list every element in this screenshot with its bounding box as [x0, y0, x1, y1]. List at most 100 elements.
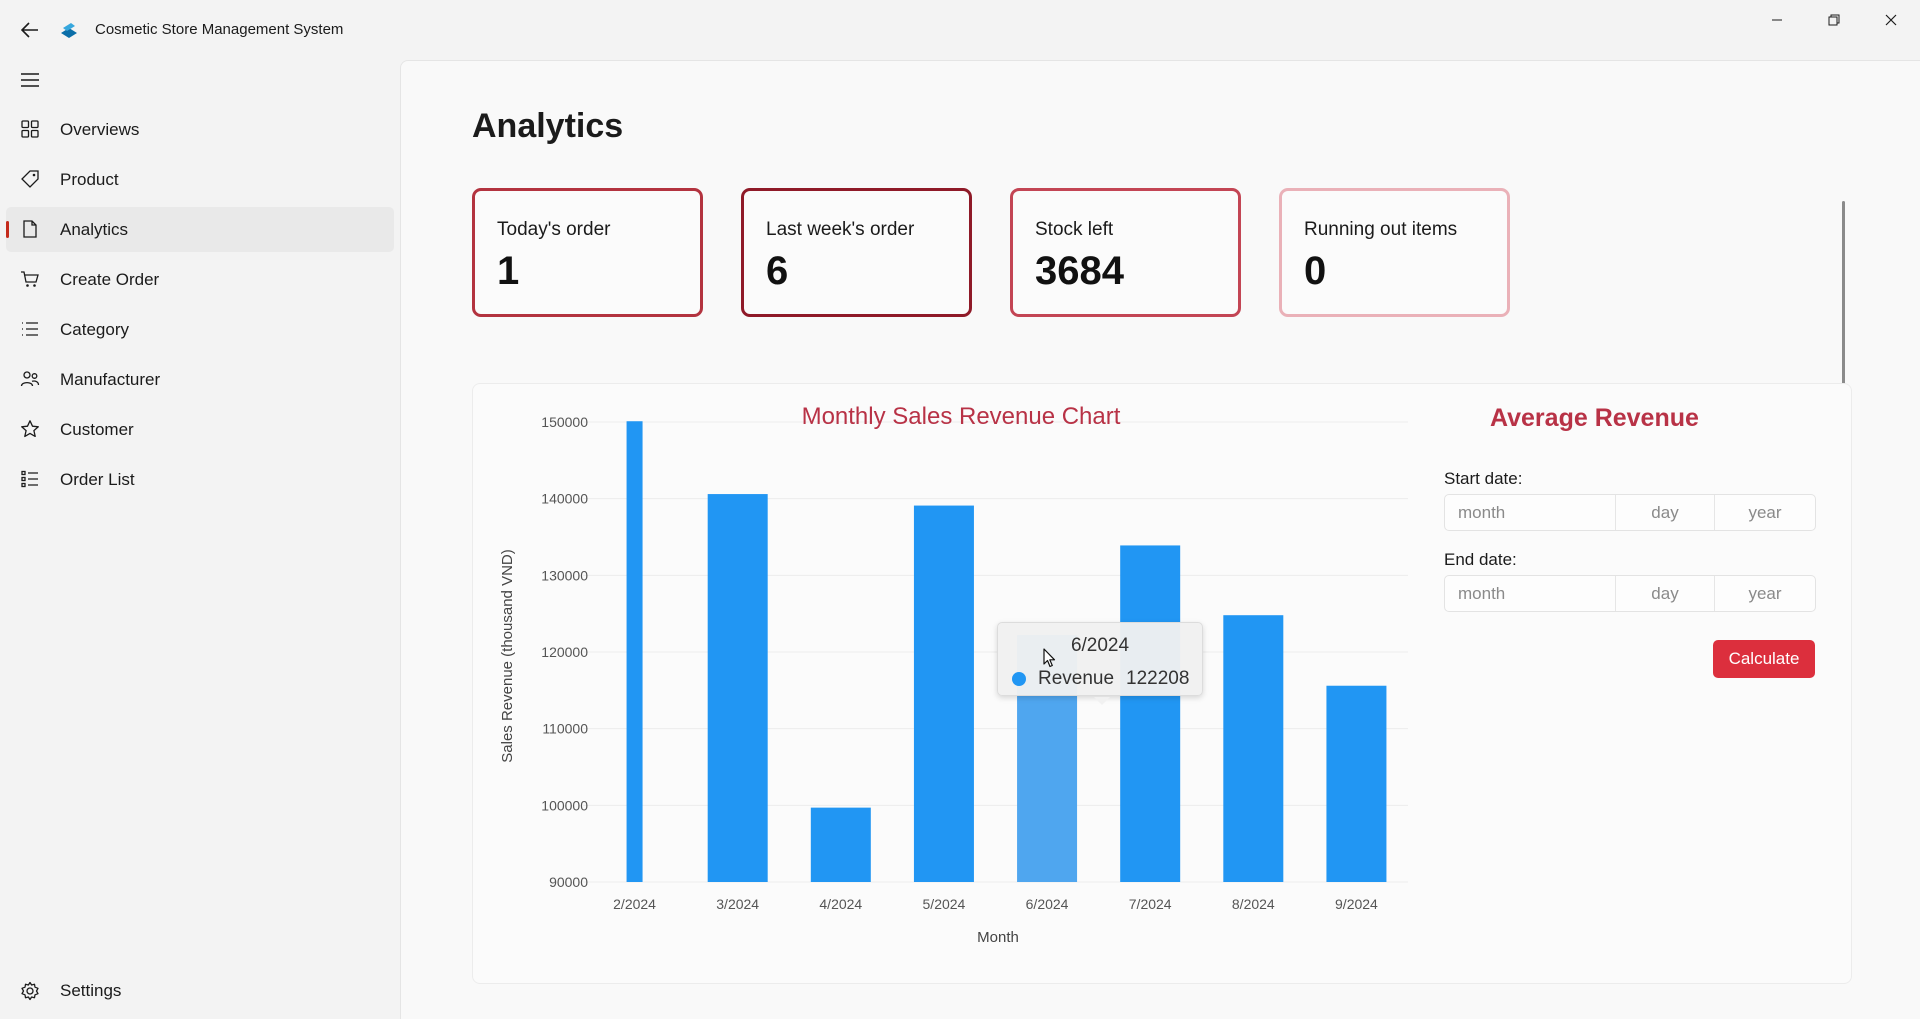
- tooltip-series-name: Revenue: [1038, 668, 1115, 689]
- stat-label: Running out items: [1304, 219, 1458, 240]
- y-tick-label: 100000: [541, 797, 588, 813]
- sidebar-item-customer[interactable]: Customer: [6, 407, 394, 452]
- list-icon: [22, 322, 38, 336]
- calculate-button[interactable]: Calculate: [1713, 640, 1815, 678]
- grid-icon: [21, 120, 39, 138]
- bullet-list-icon: [21, 470, 38, 488]
- x-tick-label: 9/2024: [1335, 896, 1378, 912]
- minimize-button[interactable]: [1749, 0, 1805, 40]
- app-logo-icon: [61, 23, 77, 38]
- restore-icon: [1828, 14, 1840, 26]
- y-tick-label: 150000: [541, 414, 588, 430]
- chart-tooltip: 6/2024 Revenue 122208: [997, 622, 1203, 705]
- sidebar-item-label: Analytics: [60, 219, 129, 239]
- content-area: Analytics Today's order 1 Last week's or…: [400, 60, 1920, 1019]
- end-year-field[interactable]: year: [1715, 576, 1815, 611]
- settings-label: Settings: [60, 981, 122, 1000]
- sidebar-item-create-order[interactable]: Create Order: [6, 257, 394, 302]
- start-year-field[interactable]: year: [1715, 495, 1815, 530]
- bar-9/2024[interactable]: [1326, 685, 1387, 882]
- stat-card-running-out-items: Running out items 0: [1279, 188, 1510, 317]
- y-axis-label: Sales Revenue (thousand VND): [499, 549, 516, 762]
- close-icon: [1885, 14, 1897, 26]
- selection-indicator: [6, 221, 9, 238]
- sidebar-item-overviews[interactable]: Overviews: [6, 107, 394, 152]
- bar-7/2024[interactable]: [1120, 545, 1181, 882]
- y-tick-label: 130000: [541, 567, 588, 583]
- y-tick-label: 120000: [541, 644, 588, 660]
- end-day-field[interactable]: day: [1616, 576, 1715, 611]
- selection-indicator: [6, 421, 9, 438]
- y-tick-label: 110000: [542, 721, 588, 737]
- stat-label: Last week's order: [766, 219, 915, 240]
- selection-indicator: [6, 121, 9, 138]
- bar-3/2024[interactable]: [707, 494, 768, 882]
- minimize-icon: [1772, 19, 1782, 21]
- stat-card-stock-left: Stock left 3684: [1010, 188, 1241, 317]
- close-button[interactable]: [1863, 0, 1919, 40]
- average-revenue-title: Average Revenue: [1490, 404, 1699, 432]
- stat-value: 1: [497, 249, 520, 293]
- start-date-label: Start date:: [1444, 469, 1523, 488]
- start-day-field[interactable]: day: [1616, 495, 1715, 530]
- x-tick-label: 4/2024: [819, 896, 862, 912]
- sidebar-item-label: Manufacturer: [60, 369, 161, 389]
- stat-card-last-week-order: Last week's order 6: [741, 188, 972, 317]
- start-date-picker[interactable]: month day year: [1444, 494, 1816, 531]
- stat-value: 6: [766, 249, 789, 293]
- sidebar-item-label: Create Order: [60, 269, 160, 289]
- selection-indicator: [6, 271, 9, 288]
- start-month-field[interactable]: month: [1445, 495, 1616, 530]
- sidebar-item-settings[interactable]: Settings: [6, 969, 394, 1014]
- bar-2/2024[interactable]: [626, 421, 643, 882]
- y-tick-label: 140000: [541, 491, 588, 507]
- x-tick-label: 3/2024: [716, 896, 759, 912]
- selection-indicator: [6, 171, 9, 188]
- back-button[interactable]: [14, 16, 46, 44]
- tag-icon: [21, 170, 39, 188]
- end-date-label: End date:: [1444, 550, 1517, 569]
- stat-label: Today's order: [497, 219, 611, 240]
- sidebar-item-product[interactable]: Product: [6, 157, 394, 202]
- end-month-field[interactable]: month: [1445, 576, 1616, 611]
- x-tick-label: 5/2024: [923, 896, 966, 912]
- x-tick-label: 7/2024: [1129, 896, 1172, 912]
- stat-label: Stock left: [1035, 219, 1114, 240]
- x-tick-label: 8/2024: [1232, 896, 1275, 912]
- chart-title: Monthly Sales Revenue Chart: [802, 403, 1121, 430]
- hamburger-menu-button[interactable]: [14, 66, 46, 94]
- title-bar: Cosmetic Store Management System: [0, 0, 1920, 60]
- bar-4/2024[interactable]: [810, 807, 871, 882]
- sidebar-item-label: Product: [60, 169, 119, 189]
- sidebar-item-analytics[interactable]: Analytics: [6, 207, 394, 252]
- selection-indicator: [6, 471, 9, 488]
- sidebar-item-manufacturer[interactable]: Manufacturer: [6, 357, 394, 402]
- sidebar-item-order-list[interactable]: Order List: [6, 457, 394, 502]
- tooltip-arrow: [1094, 697, 1110, 705]
- stat-card-todays-order: Today's order 1: [472, 188, 703, 317]
- selection-indicator: [6, 321, 9, 338]
- gear-icon: [21, 981, 39, 1001]
- sidebar-item-label: Overviews: [60, 119, 140, 139]
- y-tick-label: 90000: [549, 874, 588, 890]
- people-icon: [20, 371, 40, 387]
- stat-value: 0: [1304, 249, 1327, 293]
- series-dot-icon: [1012, 672, 1026, 686]
- back-arrow-icon: [21, 22, 38, 38]
- end-date-picker[interactable]: month day year: [1444, 575, 1816, 612]
- selection-indicator: [6, 371, 9, 388]
- cart-icon: [21, 271, 39, 287]
- x-tick-label: 2/2024: [613, 896, 656, 912]
- analytics-panel: 150000 140000 130000 120000 110000 100000 9000…: [472, 383, 1852, 984]
- maximize-button[interactable]: [1806, 0, 1862, 40]
- sidebar-item-category[interactable]: Category: [6, 307, 394, 352]
- page-title: Analytics: [472, 107, 624, 145]
- hamburger-icon: [21, 73, 39, 87]
- bar-8/2024[interactable]: [1223, 615, 1284, 882]
- mouse-cursor-icon: [1043, 648, 1056, 668]
- tooltip-title: 6/2024: [1070, 635, 1130, 656]
- sidebar-item-label: Order List: [60, 469, 135, 489]
- bar-5/2024[interactable]: [913, 505, 974, 882]
- document-icon: [23, 220, 37, 238]
- x-tick-label: 6/2024: [1026, 896, 1069, 912]
